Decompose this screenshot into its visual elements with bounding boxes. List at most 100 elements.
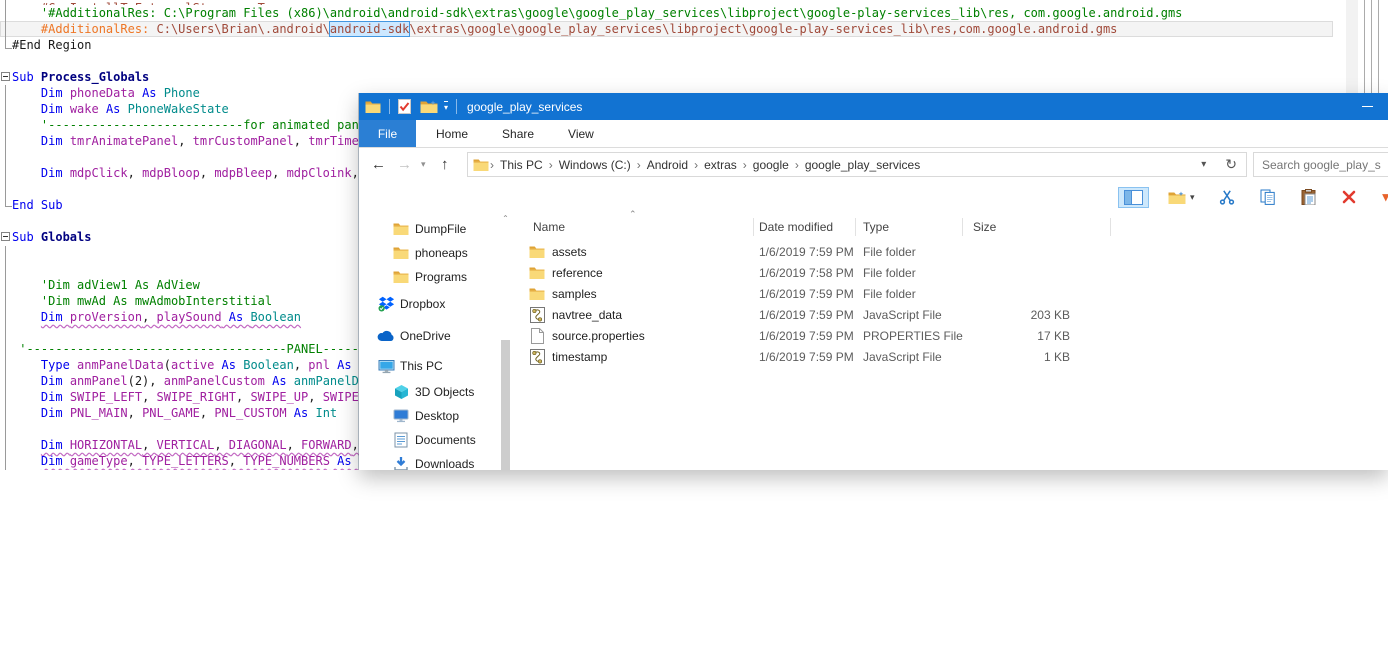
- file-list: ⌃ Name Date modified Type Size assets 1/6/20…: [511, 209, 1388, 470]
- code-line[interactable]: Sub Process_Globals: [0, 69, 1346, 85]
- sidebar-item-label: This PC: [400, 359, 443, 373]
- fold-collapse-icon[interactable]: [1, 72, 10, 81]
- file-date: 1/6/2019 7:59 PM: [759, 307, 854, 322]
- dropdown-caret-icon[interactable]: ▾: [1190, 192, 1195, 203]
- folder-icon: [529, 245, 545, 259]
- search-input[interactable]: [1254, 153, 1388, 176]
- qat-dropdown-icon[interactable]: ▾: [438, 101, 449, 112]
- breadcrumb: › This PC › Windows (C:) › Android › extras › goo…: [489, 158, 925, 172]
- address-bar-row: ← → ▾ ↑ › This PC › Windows (C:) › Android › ex…: [359, 148, 1388, 181]
- file-name: navtree_data: [552, 307, 623, 322]
- toolbar-delete-icon[interactable]: [1335, 186, 1363, 208]
- toolbar-new-folder-icon[interactable]: ▾: [1162, 187, 1201, 208]
- window-title: google_play_services: [467, 99, 583, 114]
- toolbar-cut-icon[interactable]: [1213, 186, 1241, 208]
- file-row[interactable]: navtree_data 1/6/2019 7:59 PM JavaScript F…: [511, 304, 1388, 325]
- properties-check-icon[interactable]: [398, 99, 411, 114]
- toolbar-overflow-chevron-icon[interactable]: ▾: [1376, 186, 1388, 208]
- sidebar-item-label: phoneaps: [415, 246, 468, 260]
- scrollbar-thumb[interactable]: [501, 340, 510, 470]
- sidebar-item-desktop[interactable]: Desktop: [359, 404, 500, 428]
- sidebar-item-onedrive[interactable]: OneDrive: [359, 324, 500, 348]
- scrollbar-up-icon[interactable]: ⌃: [500, 214, 511, 223]
- code-line[interactable]: #AdditionalRes: C:\Users\Brian\.android\…: [0, 21, 1333, 37]
- address-dropdown-icon[interactable]: ▾: [1191, 159, 1216, 170]
- sidebar-item-dumpfile[interactable]: DumpFile: [359, 217, 500, 241]
- column-separator[interactable]: [753, 218, 754, 236]
- code-line[interactable]: #End Region: [0, 37, 1346, 53]
- menu-tab-home[interactable]: Home: [422, 120, 482, 147]
- new-folder-icon[interactable]: [420, 99, 438, 114]
- ribbon-menu-bar: File Home Share View: [359, 120, 1388, 148]
- nav-scrollbar[interactable]: ⌃: [500, 213, 511, 470]
- editor-scrollbar-line: [1378, 0, 1379, 93]
- breadcrumb-item[interactable]: This PC: [495, 158, 548, 172]
- file-row[interactable]: samples 1/6/2019 7:59 PM File folder: [511, 283, 1388, 304]
- breadcrumb-item[interactable]: Windows (C:): [554, 158, 636, 172]
- fold-collapse-icon[interactable]: [1, 232, 10, 241]
- code-line[interactable]: '#AdditionalRes: C:\Program Files (x86)\…: [0, 5, 1346, 21]
- up-button[interactable]: ↑: [441, 148, 449, 181]
- file-date: 1/6/2019 7:58 PM: [759, 265, 854, 280]
- sidebar-item-documents[interactable]: Documents: [359, 428, 500, 452]
- menu-tab-file[interactable]: File: [359, 120, 416, 147]
- file-row[interactable]: timestamp 1/6/2019 7:59 PM JavaScript File…: [511, 346, 1388, 367]
- copy-icon: [1260, 189, 1276, 205]
- history-chevron-icon[interactable]: ▾: [421, 148, 426, 181]
- sidebar-item-label: OneDrive: [400, 329, 451, 343]
- column-header-size[interactable]: Size: [962, 220, 1110, 234]
- js-file-icon: [529, 306, 545, 323]
- file-row[interactable]: source.properties 1/6/2019 7:59 PM PROPERT…: [511, 325, 1388, 346]
- sidebar-item-3d-objects[interactable]: 3D Objects: [359, 380, 500, 404]
- breadcrumb-item[interactable]: extras: [699, 158, 742, 172]
- column-separator[interactable]: [855, 218, 856, 236]
- back-button[interactable]: ←: [371, 148, 386, 181]
- new-folder-icon: [1168, 190, 1186, 205]
- breadcrumb-item[interactable]: google: [748, 158, 794, 172]
- address-bar[interactable]: › This PC › Windows (C:) › Android › extras › goo…: [467, 152, 1247, 177]
- column-separator[interactable]: [1110, 218, 1111, 236]
- file-explorer-window: ▾ google_play_services File Home Share View…: [359, 93, 1388, 470]
- file-size: 203 KB: [1030, 307, 1070, 322]
- menu-tab-view[interactable]: View: [554, 120, 608, 147]
- titlebar-separator: [456, 99, 458, 114]
- menu-tab-share[interactable]: Share: [488, 120, 548, 147]
- sidebar-item-dropbox[interactable]: Dropbox: [359, 292, 500, 316]
- sidebar-item-this-pc[interactable]: This PC: [359, 354, 500, 378]
- sidebar-item-phoneaps[interactable]: phoneaps: [359, 241, 500, 265]
- column-header-date-modified[interactable]: Date modified: [753, 220, 855, 234]
- desktop-icon: [393, 409, 409, 423]
- toolbar-paste-icon[interactable]: [1295, 186, 1322, 208]
- file-row[interactable]: reference 1/6/2019 7:58 PM File folder: [511, 262, 1388, 283]
- column-separator[interactable]: [962, 218, 963, 236]
- file-date: 1/6/2019 7:59 PM: [759, 328, 854, 343]
- file-date: 1/6/2019 7:59 PM: [759, 286, 854, 301]
- minimize-button[interactable]: [1350, 93, 1384, 120]
- file-type: JavaScript File: [863, 307, 942, 322]
- refresh-icon[interactable]: ↻: [1216, 156, 1246, 173]
- sidebar-item-programs[interactable]: Programs: [359, 265, 500, 289]
- folder-icon: [365, 100, 381, 114]
- toolbar-nav-pane-icon[interactable]: [1117, 186, 1149, 208]
- toolbar-copy-icon[interactable]: [1254, 186, 1282, 208]
- sidebar-item-label: 3D Objects: [415, 385, 475, 399]
- code-line[interactable]: [0, 53, 1346, 69]
- folder-icon: [473, 158, 489, 172]
- onedrive-icon: [377, 330, 395, 342]
- file-size: 17 KB: [1037, 328, 1070, 343]
- folder-icon: [529, 287, 545, 301]
- breadcrumb-item[interactable]: Android: [642, 158, 693, 172]
- folder-icon: [393, 270, 409, 284]
- title-bar[interactable]: ▾ google_play_services: [359, 93, 1388, 120]
- fold-guide-line: [5, 246, 12, 470]
- editor-scrollbar-line: [1364, 0, 1365, 93]
- column-header-name[interactable]: Name: [511, 220, 753, 234]
- breadcrumb-item[interactable]: google_play_services: [800, 158, 925, 172]
- forward-button[interactable]: →: [397, 148, 412, 181]
- folder-icon: [393, 222, 409, 236]
- file-name: reference: [552, 265, 603, 280]
- column-header-type[interactable]: Type: [855, 220, 962, 234]
- editor-scrollbar-line: [1371, 0, 1372, 93]
- file-row[interactable]: assets 1/6/2019 7:59 PM File folder: [511, 241, 1388, 262]
- sidebar-item-downloads[interactable]: Downloads: [359, 452, 500, 470]
